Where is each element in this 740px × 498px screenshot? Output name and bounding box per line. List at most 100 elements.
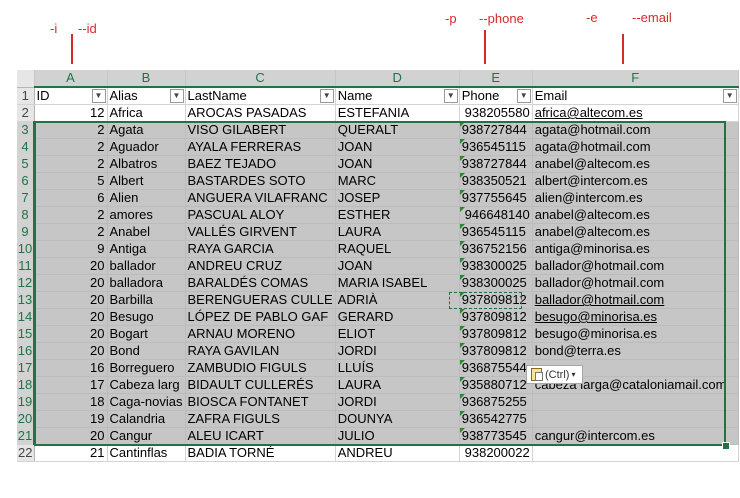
cell-last[interactable]: ANDREU CRUZ xyxy=(185,257,336,275)
row-number[interactable]: 12 xyxy=(17,274,35,292)
row-number[interactable]: 3 xyxy=(17,121,35,139)
cell-phone[interactable]: 936875255 xyxy=(459,393,533,411)
cell-id[interactable]: 2 xyxy=(34,206,108,224)
row-number[interactable]: 11 xyxy=(17,257,35,275)
cell-phone[interactable]: 938205580 xyxy=(459,104,533,122)
column-header-c[interactable]: C xyxy=(185,70,336,88)
cell-name[interactable]: QUERALT xyxy=(335,121,460,139)
cell-phone[interactable]: 937809812 xyxy=(459,308,533,326)
cell-id[interactable]: 2 xyxy=(34,138,108,156)
column-header-d[interactable]: D xyxy=(335,70,460,88)
cell-email[interactable]: alien@intercom.es xyxy=(532,189,739,207)
cell-last[interactable]: LÓPEZ DE PABLO GAF xyxy=(185,308,336,326)
cell-name[interactable]: JORDI xyxy=(335,393,460,411)
cell-id[interactable]: 16 xyxy=(34,359,108,377)
cell-last[interactable]: AYALA FERRERAS xyxy=(185,138,336,156)
cell-phone[interactable]: 938773545 xyxy=(459,427,533,445)
cell-alias[interactable]: Bond xyxy=(107,342,186,360)
cell-phone[interactable]: 937809812 xyxy=(459,342,533,360)
cell-phone[interactable]: 937809812 xyxy=(459,325,533,343)
cell-id[interactable]: 2 xyxy=(34,121,108,139)
cell-email[interactable]: anabel@altecom.es xyxy=(532,223,739,241)
filter-dropdown-icon[interactable]: ▼ xyxy=(516,89,531,103)
row-number[interactable]: 19 xyxy=(17,393,35,411)
column-header-a[interactable]: A xyxy=(34,70,108,88)
cell-last[interactable]: RAYA GAVILAN xyxy=(185,342,336,360)
row-number[interactable]: 16 xyxy=(17,342,35,360)
row-number[interactable]: 20 xyxy=(17,410,35,428)
cell-alias[interactable]: Borreguero xyxy=(107,359,186,377)
cell-alias[interactable]: Barbilla xyxy=(107,291,186,309)
row-number[interactable]: 10 xyxy=(17,240,35,258)
filter-dropdown-icon[interactable]: ▼ xyxy=(443,89,458,103)
cell-id[interactable]: 18 xyxy=(34,393,108,411)
cell-phone[interactable]: 936542775 xyxy=(459,410,533,428)
header-cell-phone[interactable]: Phone ▼ xyxy=(459,87,533,105)
header-cell-lastname[interactable]: LastName ▼ xyxy=(185,87,336,105)
row-number[interactable]: 4 xyxy=(17,138,35,156)
fill-handle[interactable] xyxy=(722,442,730,450)
cell-last[interactable]: ZAMBUDIO FIGULS xyxy=(185,359,336,377)
cell-alias[interactable]: Antiga xyxy=(107,240,186,258)
cell-id[interactable]: 20 xyxy=(34,308,108,326)
cell-alias[interactable]: Albatros xyxy=(107,155,186,173)
cell-phone[interactable]: 938727844 xyxy=(459,155,533,173)
row-number[interactable]: 22 xyxy=(17,444,35,462)
paste-options-button[interactable]: (Ctrl) ▾ xyxy=(526,365,583,384)
filter-dropdown-icon[interactable]: ▼ xyxy=(91,89,106,103)
cell-id[interactable]: 20 xyxy=(34,291,108,309)
cell-alias[interactable]: amores xyxy=(107,206,186,224)
cell-phone[interactable]: 936875544 xyxy=(459,359,533,377)
cell-email[interactable]: ballador@hotmail.com xyxy=(532,257,739,275)
cell-email[interactable]: anabel@altecom.es xyxy=(532,155,739,173)
select-all-corner[interactable] xyxy=(17,70,35,88)
cell-name[interactable]: LLUÍS xyxy=(335,359,460,377)
cell-last[interactable]: ALEU ICART xyxy=(185,427,336,445)
cell-last[interactable]: AROCAS PASADAS xyxy=(185,104,336,122)
column-header-f[interactable]: F xyxy=(532,70,739,88)
cell-last[interactable]: ZAFRA FIGULS xyxy=(185,410,336,428)
cell-name[interactable]: ESTHER xyxy=(335,206,460,224)
row-number[interactable]: 15 xyxy=(17,325,35,343)
cell-id[interactable]: 2 xyxy=(34,155,108,173)
cell-email[interactable]: besugo@minorisa.es xyxy=(532,325,739,343)
cell-last[interactable]: BASTARDES SOTO xyxy=(185,172,336,190)
cell-email[interactable]: albert@intercom.es xyxy=(532,172,739,190)
filter-dropdown-icon[interactable]: ▼ xyxy=(169,89,184,103)
cell-email[interactable] xyxy=(532,444,739,462)
filter-dropdown-icon[interactable]: ▼ xyxy=(319,89,334,103)
filter-dropdown-icon[interactable]: ▼ xyxy=(722,89,737,103)
row-number[interactable]: 14 xyxy=(17,308,35,326)
cell-alias[interactable]: Cantinflas xyxy=(107,444,186,462)
cell-name[interactable]: JOAN xyxy=(335,155,460,173)
cell-name[interactable]: JOAN xyxy=(335,138,460,156)
cell-email[interactable]: ballador@hotmail.com xyxy=(532,291,739,309)
cell-email[interactable] xyxy=(532,393,739,411)
cell-phone[interactable]: 938200022 xyxy=(459,444,533,462)
cell-id[interactable]: 6 xyxy=(34,189,108,207)
cell-alias[interactable]: Caga-novias xyxy=(107,393,186,411)
cell-name[interactable]: DOUNYA xyxy=(335,410,460,428)
cell-last[interactable]: VALLÉS GIRVENT xyxy=(185,223,336,241)
cell-phone[interactable]: 936752156 xyxy=(459,240,533,258)
cell-email[interactable] xyxy=(532,410,739,428)
cell-alias[interactable]: Cabeza larg xyxy=(107,376,186,394)
cell-email[interactable]: agata@hotmail.com xyxy=(532,138,739,156)
header-cell-name[interactable]: Name ▼ xyxy=(335,87,460,105)
cell-last[interactable]: VISO GILABERT xyxy=(185,121,336,139)
cell-name[interactable]: ELIOT xyxy=(335,325,460,343)
cell-last[interactable]: PASCUAL ALOY xyxy=(185,206,336,224)
cell-name[interactable]: MARC xyxy=(335,172,460,190)
cell-id[interactable]: 20 xyxy=(34,257,108,275)
cell-email[interactable]: antiga@minorisa.es xyxy=(532,240,739,258)
cell-last[interactable]: BIOSCA FONTANET xyxy=(185,393,336,411)
cell-id[interactable]: 5 xyxy=(34,172,108,190)
cell-email[interactable]: besugo@minorisa.es xyxy=(532,308,739,326)
cell-last[interactable]: BAEZ TEJADO xyxy=(185,155,336,173)
cell-last[interactable]: BERENGUERAS CULLE xyxy=(185,291,336,309)
cell-email[interactable]: anabel@altecom.es xyxy=(532,206,739,224)
cell-name[interactable]: JOAN xyxy=(335,257,460,275)
cell-name[interactable]: MARIA ISABEL xyxy=(335,274,460,292)
cell-id[interactable]: 20 xyxy=(34,274,108,292)
cell-last[interactable]: ANGUERA VILAFRANC xyxy=(185,189,336,207)
